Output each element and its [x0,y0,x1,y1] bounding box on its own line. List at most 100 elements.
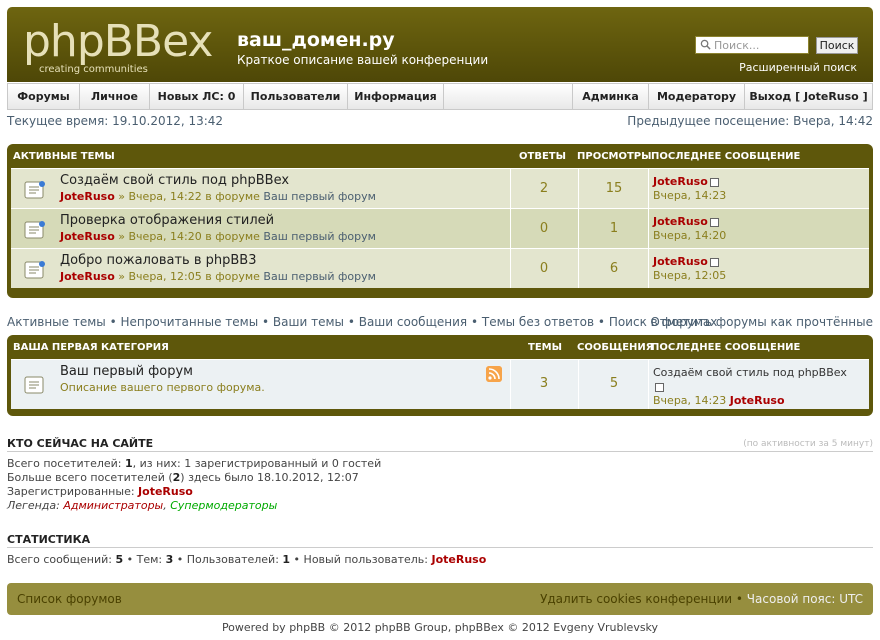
last-visit: Предыдущее посещение: Вчера, 14:42 [627,114,873,128]
cell-divider [510,209,511,248]
topic-forum-link[interactable]: Ваш первый форум [263,190,376,203]
cell-divider [510,169,511,208]
view-latest-post-icon[interactable] [709,217,719,227]
board-index-link[interactable]: Список форумов [17,592,122,606]
category-title[interactable]: ВАША ПЕРВАЯ КАТЕГОРИЯ [13,342,169,353]
online-total-label: Всего посетителей: [7,457,125,470]
online-record-detail: ) здесь было 18.10.2012, 12:07 [180,471,359,484]
online-record: Больше всего посетителей (2) здесь было … [7,471,359,484]
topic-views: 6 [609,261,619,276]
last-post-time: Вчера, 12:05 [653,269,727,282]
last-post-author[interactable]: JoteRuso [730,394,785,407]
topic-author[interactable]: JoteRuso [60,270,115,283]
search-button[interactable]: Поиск [816,37,858,54]
topic-meta-text: » Вчера, 12:05 в форуме [114,270,264,283]
cell-divider [510,249,511,288]
forum-topics: 3 [539,376,549,391]
online-title: КТО СЕЙЧАС НА САЙТЕ [7,437,154,450]
topic-title[interactable]: Проверка отображения стилей [60,213,274,228]
nav-personal[interactable]: Личное [80,84,150,109]
last-post-time: Вчера, 14:20 [653,229,727,242]
topic-forum-link[interactable]: Ваш первый форум [263,270,376,283]
stats-users-label: • Пользователей: [173,553,283,566]
last-post-time: Вчера, 14:23 [653,394,727,407]
online-total-count: 1 [125,457,133,470]
logo-tagline: creating communities [39,64,148,75]
stats-topics-label: • Тем: [123,553,166,566]
last-post-author[interactable]: JoteRuso [653,255,708,268]
topic-last-post: JoteRuso Вчера, 14:23 [653,175,726,203]
last-post-author[interactable]: JoteRuso [653,175,708,188]
cell-divider [648,249,649,288]
topic-replies: 0 [539,261,549,276]
topic-meta-text: » Вчера, 14:20 в форуме [114,230,264,243]
topic-last-post: JoteRuso Вчера, 12:05 [653,255,726,283]
topic-title[interactable]: Создаём свой стиль под phpBBex [60,173,289,188]
topic-row[interactable]: Создаём свой стиль под phpBBex JoteRuso … [11,168,869,208]
link-active-topics[interactable]: Активные темы [7,315,106,329]
mark-forums-read-link[interactable]: Отметить форумы как прочтённые [650,315,873,329]
col-last-post: ПОСЛЕДНЕЕ СООБЩЕНИЕ [651,342,801,353]
stats-line: Всего сообщений: 5 • Тем: 3 • Пользовате… [7,553,486,566]
view-latest-post-icon[interactable] [709,257,719,267]
col-last-post: ПОСЛЕДНЕЕ СООБЩЕНИЕ [651,151,801,162]
last-post-title[interactable]: Создаём свой стиль под phpBBex [653,366,847,379]
topic-forum-link[interactable]: Ваш первый форум [263,230,376,243]
view-latest-post-icon[interactable] [655,382,664,392]
topic-title[interactable]: Добро пожаловать в phpBB3 [60,253,257,268]
main-navbar: Форумы Личное Новых ЛС: 0 Пользователи И… [7,83,873,110]
topic-author[interactable]: JoteRuso [60,190,115,203]
nav-forums[interactable]: Форумы [8,84,80,109]
topic-author[interactable]: JoteRuso [60,230,115,243]
newest-user-link[interactable]: JoteRuso [432,553,487,566]
rss-feed-icon[interactable] [486,366,502,382]
nav-new-pm[interactable]: Новых ЛС: 0 [150,84,244,109]
nav-users[interactable]: Пользователи [244,84,348,109]
category-panel: ВАША ПЕРВАЯ КАТЕГОРИЯ ТЕМЫ СООБЩЕНИЯ ПОС… [7,335,873,416]
forum-title[interactable]: Ваш первый форум [60,364,193,379]
topic-row[interactable]: Проверка отображения стилей JoteRuso » В… [11,208,869,248]
site-title[interactable]: ваш_домен.ру [237,29,395,51]
logo-text: phpBBex [23,16,213,67]
legend-admins-link[interactable]: Администраторы [63,499,163,512]
link-unanswered[interactable]: Темы без ответов [482,315,594,329]
forum-row[interactable]: Ваш первый форум Описание вашего первого… [11,359,869,409]
link-your-topics[interactable]: Ваши темы [273,315,344,329]
link-your-posts[interactable]: Ваши сообщения [359,315,467,329]
footer-separator: • [732,592,747,606]
cell-divider [578,249,579,288]
search-input[interactable]: Поиск... [695,36,809,54]
view-latest-post-icon[interactable] [709,177,719,187]
section-divider [7,547,873,548]
site-logo[interactable]: phpBBex creating communities [23,17,223,77]
current-time: Текущее время: 19.10.2012, 13:42 [7,114,224,128]
search-placeholder: Поиск... [714,39,760,52]
nav-admin[interactable]: Админка [572,84,648,109]
topic-row[interactable]: Добро пожаловать в phpBB3 JoteRuso » Вче… [11,248,869,288]
powered-by: Powered by phpBB © 2012 phpBB Group, php… [221,621,659,634]
topic-icon [24,261,45,279]
site-header: phpBBex creating communities ваш_домен.р… [7,7,873,82]
nav-moderator[interactable]: Модератору [648,84,744,109]
col-replies: ОТВЕТЫ [519,151,566,162]
time-row: Текущее время: 19.10.2012, 13:42 Предыду… [7,114,873,128]
link-unread-topics[interactable]: Непрочитанные темы [120,315,258,329]
active-topics-panel: АКТИВНЫЕ ТЕМЫ ОТВЕТЫ ПРОСМОТРЫ ПОСЛЕДНЕЕ… [7,144,873,298]
online-legend: Легенда: Администраторы, Супермодераторы [7,499,277,512]
timezone-link[interactable]: Часовой пояс: UTC [747,592,863,606]
cell-divider [578,360,579,409]
col-posts: СООБЩЕНИЯ [577,342,654,353]
nav-logout[interactable]: Выход [ JoteRuso ] [744,84,872,109]
delete-cookies-link[interactable]: Удалить cookies конференции [540,592,732,606]
nav-info[interactable]: Информация [348,84,444,109]
online-record-label: Больше всего посетителей ( [7,471,173,484]
cell-divider [578,209,579,248]
online-user-link[interactable]: JoteRuso [138,485,193,498]
topic-meta: JoteRuso » Вчера, 14:20 в форуме Ваш пер… [60,230,376,243]
advanced-search-link[interactable]: Расширенный поиск [739,61,857,74]
legend-mods-link[interactable]: Супермодераторы [170,499,277,512]
footer-bar: Список форумов Удалить cookies конференц… [7,583,873,615]
last-post-author[interactable]: JoteRuso [653,215,708,228]
cell-divider [648,360,649,409]
footer-right: Удалить cookies конференции • Часовой по… [540,592,863,606]
